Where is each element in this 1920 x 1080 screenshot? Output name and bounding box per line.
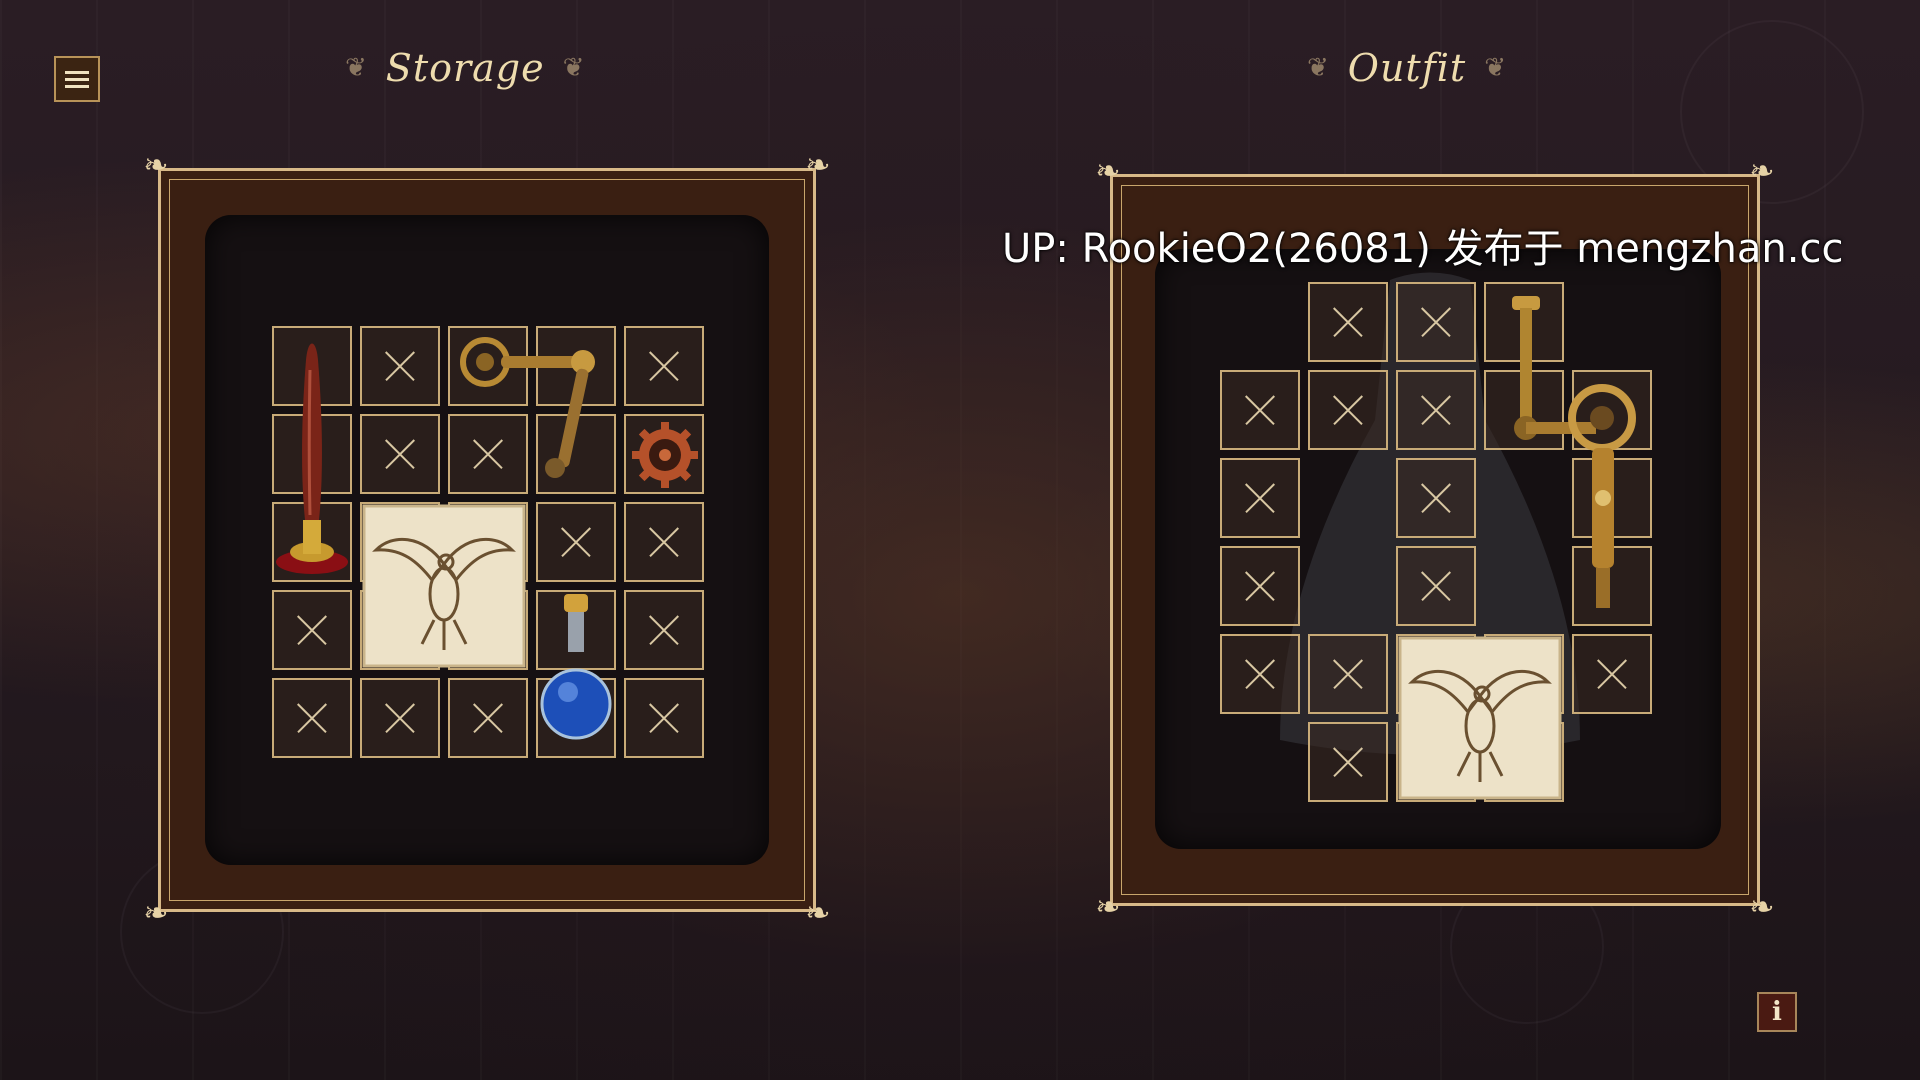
storage-slot-empty[interactable] [360, 678, 440, 758]
steampunk-mechanical-arm-icon[interactable] [1490, 288, 1660, 618]
flourish-icon: ❦ [562, 53, 586, 83]
outfit-slot-empty[interactable] [1308, 282, 1388, 362]
wax-seal-stamp-icon[interactable] [272, 330, 352, 580]
blue-potion-flask-icon[interactable] [538, 592, 614, 752]
outfit-slot-empty[interactable] [1220, 458, 1300, 538]
flourish-icon: ❦ [345, 53, 368, 83]
outfit-slot-empty[interactable] [1220, 370, 1300, 450]
menu-button[interactable] [54, 56, 100, 102]
storage-title-wrap: ❦ Storage ❦ [345, 46, 585, 90]
eagle-parchment-card-icon[interactable] [362, 504, 526, 668]
outfit-slot-empty[interactable] [1308, 722, 1388, 802]
corner-ornament-icon: ❧ [805, 148, 831, 183]
storage-slot-empty[interactable] [624, 326, 704, 406]
outfit-slot-empty[interactable] [1220, 634, 1300, 714]
storage-slot-empty[interactable] [536, 502, 616, 582]
outfit-slot-empty[interactable] [1396, 370, 1476, 450]
outfit-slot-empty[interactable] [1396, 282, 1476, 362]
corner-ornament-icon: ❧ [805, 896, 831, 931]
storage-slot-empty[interactable] [272, 678, 352, 758]
corner-ornament-icon: ❧ [143, 148, 169, 183]
corner-ornament-icon: ❧ [143, 896, 169, 931]
info-icon: i [1772, 997, 1782, 1027]
storage-slot-empty[interactable] [360, 414, 440, 494]
storage-title: Storage [385, 46, 545, 90]
info-button[interactable]: i [1757, 992, 1797, 1032]
outfit-slot-empty[interactable] [1308, 370, 1388, 450]
outfit-slot-empty[interactable] [1396, 458, 1476, 538]
eagle-parchment-card-icon[interactable] [1398, 636, 1562, 800]
flourish-icon: ❦ [1307, 53, 1330, 83]
steampunk-key-rod-icon[interactable] [455, 328, 615, 488]
corner-ornament-icon: ❧ [1095, 890, 1121, 925]
outfit-slot-empty[interactable] [1396, 546, 1476, 626]
storage-slot-empty[interactable] [272, 590, 352, 670]
corner-ornament-icon: ❧ [1749, 154, 1775, 189]
outfit-title-wrap: ❦ Outfit ❦ [1307, 46, 1507, 90]
hamburger-menu-icon [65, 70, 89, 74]
storage-slot-empty[interactable] [624, 678, 704, 758]
outfit-slot-empty[interactable] [1572, 634, 1652, 714]
outfit-slot-empty[interactable] [1220, 546, 1300, 626]
outfit-slot-empty[interactable] [1308, 634, 1388, 714]
watermark-text: UP: RookieO2(26081) 发布于 mengzhan.cc [1002, 226, 1844, 272]
storage-slot-empty[interactable] [360, 326, 440, 406]
flourish-icon: ❦ [1484, 53, 1507, 83]
corner-ornament-icon: ❧ [1749, 890, 1775, 925]
outfit-title: Outfit [1347, 46, 1467, 90]
corner-ornament-icon: ❧ [1095, 154, 1121, 189]
storage-slot-empty[interactable] [624, 590, 704, 670]
storage-slot-empty[interactable] [448, 678, 528, 758]
cog-gear-icon[interactable] [630, 420, 700, 490]
storage-slot-empty[interactable] [624, 502, 704, 582]
